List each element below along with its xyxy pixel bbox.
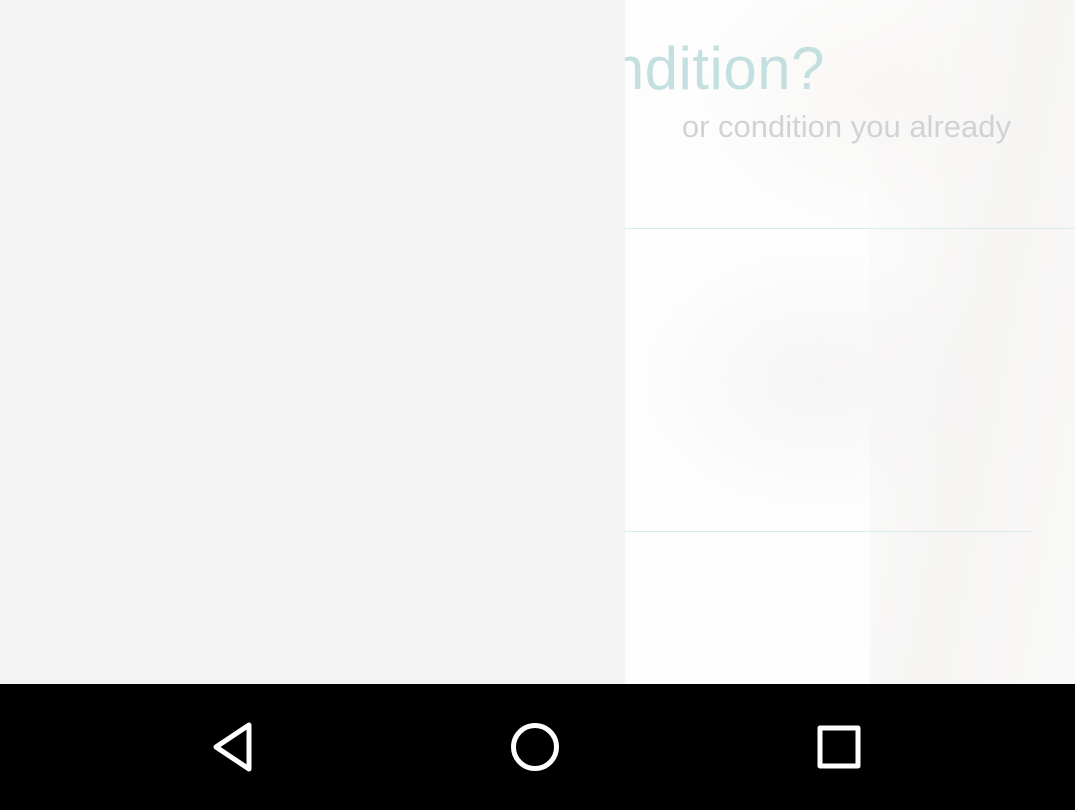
recents-square-icon: [817, 725, 861, 769]
app-content: ndition? or condition you already: [0, 0, 1075, 684]
device-screen: ndition? or condition you already: [0, 0, 1075, 810]
back-button[interactable]: [173, 684, 293, 810]
sliding-panel[interactable]: [0, 0, 625, 684]
back-triangle-icon: [213, 722, 252, 772]
background-photo-detail: [640, 250, 1000, 510]
system-navigation-bar: [0, 684, 1075, 810]
home-button[interactable]: [475, 684, 595, 810]
recents-button[interactable]: [779, 684, 899, 810]
home-circle-icon: [511, 723, 559, 771]
